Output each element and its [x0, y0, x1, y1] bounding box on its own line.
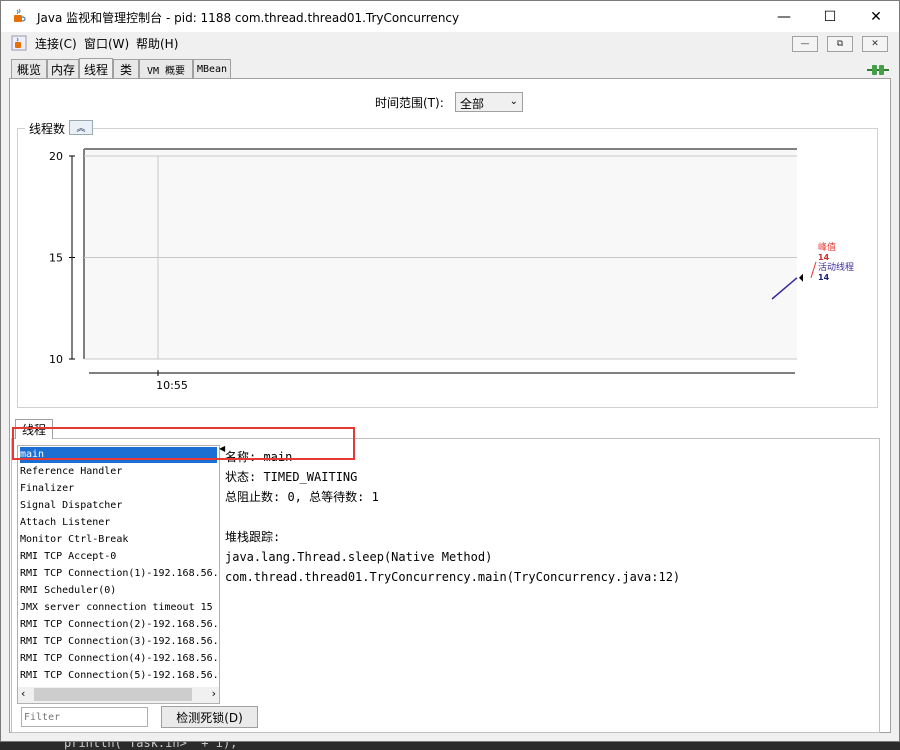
- plot-area: [84, 149, 797, 359]
- jconsole-window: Java 监视和管理控制台 - pid: 1188 com.thread.thr…: [0, 0, 900, 742]
- collapse-chart-button[interactable]: ︽: [69, 120, 93, 135]
- thread-list-item[interactable]: main: [20, 447, 217, 463]
- legend-series-value: 14: [818, 273, 830, 282]
- window-title: Java 监视和管理控制台 - pid: 1188 com.thread.thr…: [37, 11, 460, 25]
- thread-list-item[interactable]: RMI TCP Accept-0: [20, 549, 217, 565]
- thread-list-item[interactable]: Finalizer: [20, 481, 217, 497]
- chart-title: 线程数: [25, 120, 70, 137]
- detect-deadlock-button[interactable]: 检测死锁(D): [161, 706, 258, 728]
- thread-list-item[interactable]: RMI TCP Connection(5)-192.168.56.: [20, 668, 217, 684]
- tab-mbean[interactable]: MBean: [193, 59, 231, 78]
- thread-list-item[interactable]: RMI TCP Connection(1)-192.168.56.: [20, 566, 217, 582]
- thread-list-item[interactable]: Attach Listener: [20, 515, 217, 531]
- thread-list-item[interactable]: JMX server connection timeout 15: [20, 600, 217, 616]
- background-editor: println("Task.in>" + i);: [0, 742, 900, 750]
- threads-subtab[interactable]: 线程: [15, 419, 53, 439]
- mdi-close-button[interactable]: ✕: [862, 36, 888, 52]
- tab-overview[interactable]: 概览: [11, 59, 47, 78]
- chevron-down-icon: ⌄: [509, 96, 518, 107]
- thread-list-item[interactable]: Monitor Ctrl-Break: [20, 532, 217, 548]
- chevron-up-icon: ︽: [76, 124, 86, 134]
- thread-list[interactable]: main Reference Handler Finalizer Signal Dis…: [17, 445, 220, 704]
- time-range-value: 全部: [460, 97, 485, 111]
- legend-series-name: 活动线程: [818, 261, 854, 273]
- filter-input[interactable]: [21, 707, 148, 727]
- thread-list-item[interactable]: Reference Handler: [20, 464, 217, 480]
- stack-header: 堆栈跟踪:: [225, 530, 281, 544]
- stack-frame: com.thread.thread01.TryConcurrency.main(…: [225, 570, 681, 584]
- y-tick-label: 10: [49, 353, 63, 366]
- title-bar: Java 监视和管理控制台 - pid: 1188 com.thread.thr…: [1, 1, 899, 32]
- menu-connection[interactable]: 连接(C): [35, 35, 77, 52]
- thread-name-line: 名称: main: [225, 450, 293, 464]
- time-range-label: 时间范围(T):: [375, 96, 444, 110]
- mdi-minimize-button[interactable]: —: [792, 36, 818, 52]
- minimize-button[interactable]: —: [761, 1, 807, 32]
- legend-series-value: 14: [818, 253, 830, 262]
- menu-window[interactable]: 窗口(W): [84, 35, 129, 52]
- maximize-button[interactable]: ☐: [807, 1, 853, 32]
- mdi-restore-button[interactable]: ⧉: [827, 36, 853, 52]
- java-coffee-icon: [14, 8, 26, 22]
- thread-list-item[interactable]: Signal Dispatcher: [20, 498, 217, 514]
- connection-status-icon: [867, 65, 889, 75]
- y-tick-label: 20: [49, 150, 63, 163]
- java-coffee-icon[interactable]: [11, 35, 27, 51]
- scroll-left-icon[interactable]: ‹: [21, 687, 25, 700]
- thread-detail: 名称: main 状态: TIMED_WAITING 总阻止数: 0, 总等待数…: [225, 447, 680, 587]
- chart-legend: 峰值14活动线程14: [818, 241, 854, 282]
- close-button[interactable]: ✕: [853, 1, 899, 32]
- menu-help[interactable]: 帮助(H): [136, 35, 178, 52]
- thread-list-item[interactable]: RMI TCP Connection(2)-192.168.56.: [20, 617, 217, 633]
- value-marker: [799, 273, 803, 282]
- thread-list-item[interactable]: RMI TCP Connection(4)-192.168.56.: [20, 651, 217, 667]
- thread-list-scrollbar[interactable]: ‹ ›: [18, 687, 219, 703]
- stack-frame: java.lang.Thread.sleep(Native Method): [225, 550, 493, 564]
- tab-vm-summary[interactable]: VM 概要: [139, 59, 193, 78]
- legend-series-name: 峰值: [818, 241, 836, 253]
- thread-counts-line: 总阻止数: 0, 总等待数: 1: [225, 490, 379, 504]
- y-tick-label: 15: [49, 252, 63, 265]
- menu-bar: 连接(C) 窗口(W) 帮助(H): [1, 32, 899, 54]
- peak-marker-line: [810, 261, 817, 278]
- x-tick-label: 10:55: [156, 379, 188, 392]
- thread-count-chart: 201510 10:55 峰值14活动线程14: [49, 148, 854, 392]
- thread-state-line: 状态: TIMED_WAITING: [225, 470, 358, 484]
- thread-list-item[interactable]: RMI Scheduler(0): [20, 583, 217, 599]
- time-range-select[interactable]: 全部 ⌄: [455, 92, 523, 112]
- tab-memory[interactable]: 内存: [47, 59, 79, 78]
- thread-list-item[interactable]: RMI TCP Connection(3)-192.168.56.: [20, 634, 217, 650]
- background-code: println("Task.in>" + i);: [64, 742, 238, 750]
- scroll-right-icon[interactable]: ›: [212, 687, 216, 700]
- tab-classes[interactable]: 类: [113, 59, 139, 78]
- scrollbar-thumb[interactable]: [34, 688, 192, 701]
- tab-threads[interactable]: 线程: [79, 58, 113, 79]
